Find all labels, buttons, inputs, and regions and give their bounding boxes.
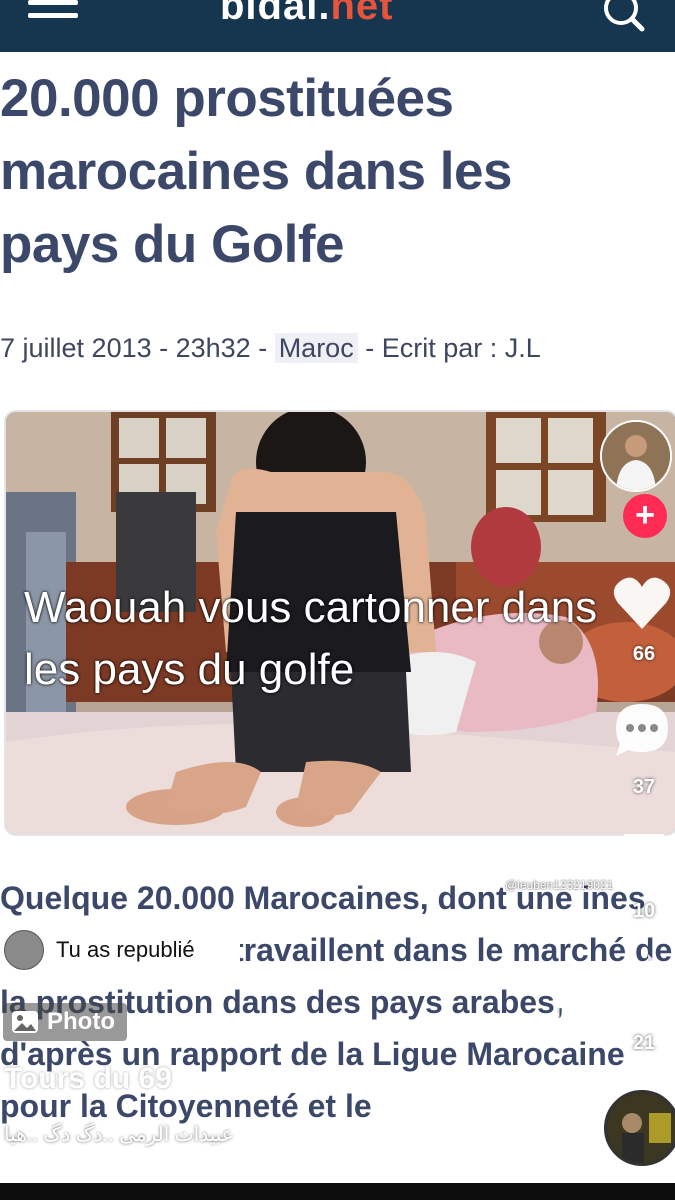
article-headline: 20.000 prostituées marocaines dans les p…: [0, 69, 512, 274]
post-caption: عبيدات الرمى ..دگ دگ ..هيا: [4, 1124, 234, 1146]
overlay-caption: Waouah vous cartonner dans les pays du g…: [24, 583, 598, 694]
article-author: - Ecrit par : J.L: [357, 333, 541, 363]
watermark-handle: @ieuben123219021: [505, 878, 614, 892]
repost-label: Tu as republié: [56, 937, 195, 962]
music-cover: [607, 1093, 675, 1163]
photo-badge-label: Photo: [47, 1008, 115, 1035]
music-disc-icon[interactable]: [604, 1090, 675, 1166]
share-icon[interactable]: [614, 950, 674, 1006]
article-date: 7 juillet 2013 - 23h32 -: [0, 333, 275, 363]
creator-avatar[interactable]: [600, 420, 672, 492]
bookmark-icon[interactable]: [620, 832, 668, 886]
like-count: 66: [632, 643, 656, 665]
comment-icon[interactable]: [612, 700, 672, 760]
photo-badge: Photo: [3, 1003, 127, 1041]
article-meta: 7 juillet 2013 - 23h32 - Maroc - Ecrit p…: [0, 333, 541, 364]
comment-count: 37: [632, 776, 656, 798]
like-icon[interactable]: [612, 575, 672, 631]
site-header: bldal.net: [0, 0, 675, 52]
menu-icon[interactable]: [28, 0, 78, 22]
search-icon[interactable]: [600, 0, 646, 34]
article-photo: Waouah vous cartonner dans les pays du g…: [4, 410, 675, 836]
follow-button[interactable]: +: [623, 494, 667, 538]
avatar-image: [602, 422, 670, 490]
post-username[interactable]: Tours du 69: [4, 1062, 172, 1096]
article-category-link[interactable]: Maroc: [274, 333, 358, 363]
bottom-bar: [0, 1183, 675, 1200]
save-count: 10: [632, 900, 656, 922]
tiktok-watermark-icon: [548, 1003, 668, 1035]
repost-avatar: [4, 930, 44, 970]
repost-indicator[interactable]: Tu as republié: [0, 928, 240, 972]
site-logo[interactable]: bldal.net: [220, 0, 393, 29]
photo-icon: [12, 1011, 38, 1033]
